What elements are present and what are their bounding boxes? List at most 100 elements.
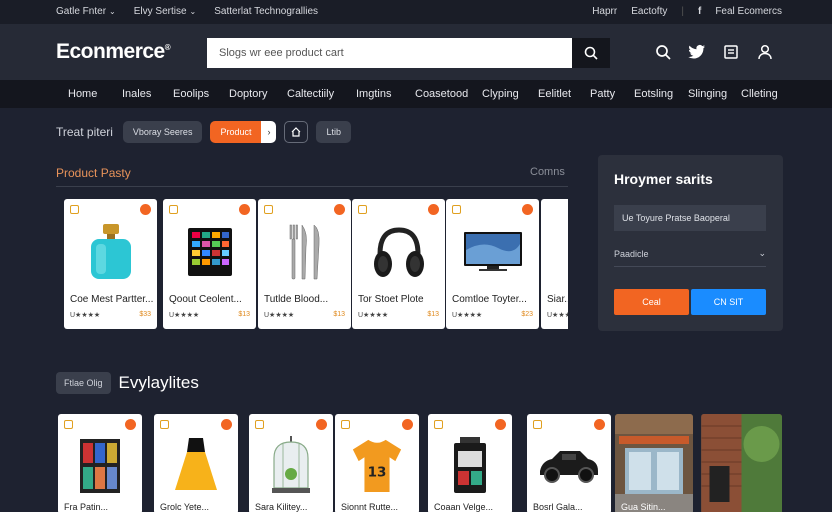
section-title: Evylaylites xyxy=(118,373,199,392)
cart-icon[interactable] xyxy=(722,43,740,61)
product-price: $13 xyxy=(427,311,439,318)
filter-chip[interactable]: Ltib xyxy=(316,121,351,143)
orange-jersey-icon: 13 xyxy=(349,432,405,498)
product-card[interactable]: Comtloe Toyter... U★★★★ $23 xyxy=(446,199,539,329)
search-button[interactable] xyxy=(572,38,610,68)
black-car-icon xyxy=(534,432,604,498)
product-card[interactable]: Bosrl Gala... xyxy=(527,414,611,512)
product-card[interactable]: Sara Kilitey... xyxy=(249,414,333,512)
nav-item[interactable]: Eoolips xyxy=(173,88,209,100)
chevron-down-icon: ⌄ xyxy=(189,7,197,16)
product-name: Coe Mest Partter... xyxy=(70,294,154,305)
perfume-bottle-icon xyxy=(81,221,141,283)
filter-bar: Treat piteri Vboray Seeres Product › Lti… xyxy=(56,121,359,143)
product-name: Fra Patin... xyxy=(64,502,109,512)
svg-text:13: 13 xyxy=(368,465,387,481)
filter-home-button[interactable] xyxy=(284,121,309,143)
product-name: Tutlde Blood... xyxy=(264,294,329,305)
section-badge[interactable]: Ftlae Olig xyxy=(56,372,111,394)
product-card[interactable]: 13 Sionnt Rutte... xyxy=(335,414,419,512)
search-input[interactable] xyxy=(207,38,572,68)
nav-item[interactable]: Home xyxy=(68,88,97,100)
divider: | xyxy=(681,6,684,17)
product-rating: U★★★★ xyxy=(547,312,568,319)
yellow-item-icon xyxy=(563,221,568,283)
panel-title: Hroymer sarits xyxy=(614,171,713,187)
product-card[interactable]: Grolc Yete... xyxy=(154,414,238,512)
badge-icon xyxy=(522,204,533,215)
panel-secondary-button[interactable]: CN SIT xyxy=(691,289,766,315)
top-right-link-2[interactable]: Eactofty xyxy=(631,6,667,17)
nav-item[interactable]: Eelitlet xyxy=(538,88,571,100)
nav-item[interactable]: Patty xyxy=(590,88,615,100)
nav-item[interactable]: Clyping xyxy=(482,88,519,100)
see-more-link[interactable]: Comns xyxy=(530,166,565,178)
product-price: $33 xyxy=(139,311,151,318)
television-icon xyxy=(463,221,523,283)
product-name: Qoout Ceolent... xyxy=(169,294,242,305)
nav-item[interactable]: Slinging xyxy=(688,88,727,100)
product-name: Coaan Velge... xyxy=(434,502,494,512)
product-card[interactable]: Coe Mest Partter... U★★★★ $33 xyxy=(64,199,157,329)
nav-item[interactable]: Clleting xyxy=(741,88,778,100)
nav-item[interactable]: Doptory xyxy=(229,88,268,100)
tag-icon xyxy=(434,420,443,429)
badge-icon xyxy=(221,419,232,430)
product-card[interactable]: Gua Sitin... xyxy=(615,414,693,512)
product-price: $13 xyxy=(238,311,250,318)
chevron-right-icon[interactable]: › xyxy=(261,121,277,143)
product-name: Grolc Yete... xyxy=(160,502,210,512)
panel-primary-button[interactable]: Ceal xyxy=(614,289,689,315)
product-card[interactable]: Qoout Ceolent... U★★★★ $13 xyxy=(163,199,256,329)
main-nav: Home Inales Eoolips Doptory Caltectiily … xyxy=(0,80,832,108)
panel-select[interactable]: Paadicle ⌄ xyxy=(614,241,766,267)
filter-label: Treat piteri xyxy=(56,125,113,139)
nav-item[interactable]: Eotsling xyxy=(634,88,673,100)
social-link[interactable]: Feal Ecomercs xyxy=(715,6,782,17)
product-card[interactable]: Coaan Velge... xyxy=(428,414,512,512)
home-icon xyxy=(292,127,301,137)
badge-icon xyxy=(402,419,413,430)
product-rating: U★★★★ xyxy=(264,312,295,319)
book-stack-icon xyxy=(72,432,128,498)
top-link-3[interactable]: Satterlat Technograllies xyxy=(214,6,318,17)
tag-icon xyxy=(452,205,461,214)
product-name: Tor Stoet Plote xyxy=(358,294,424,305)
product-card[interactable]: Tor Stoet Plote U★★★★ $13 xyxy=(352,199,445,329)
nav-item[interactable]: Coasetood xyxy=(415,88,468,100)
filter-chip[interactable]: Vboray Seeres xyxy=(122,121,203,143)
badge-icon xyxy=(316,419,327,430)
nav-item[interactable]: Caltectiily xyxy=(287,88,334,100)
tag-icon xyxy=(358,205,367,214)
badge-icon xyxy=(594,419,605,430)
top-right-link-1[interactable]: Haprr xyxy=(592,6,617,17)
top-link-1[interactable]: Gatle Fnter ⌄ xyxy=(56,6,116,17)
badge-icon xyxy=(334,204,345,215)
section-title: Product Pasty xyxy=(56,166,131,180)
filter-chip-active[interactable]: Product xyxy=(210,121,262,143)
nav-item[interactable]: Inales xyxy=(122,88,151,100)
twitter-icon[interactable] xyxy=(688,43,706,61)
badge-icon xyxy=(428,204,439,215)
top-link-2[interactable]: Elvy Sertise ⌄ xyxy=(134,6,197,17)
tag-icon xyxy=(255,420,264,429)
panel-input[interactable]: Ue Toyure Pratse Baoperal xyxy=(614,205,766,231)
nav-item[interactable]: Imgtins xyxy=(356,88,391,100)
storefront-icon xyxy=(615,414,693,512)
search-icon[interactable] xyxy=(654,43,672,61)
product-price: $23 xyxy=(521,311,533,318)
user-icon[interactable] xyxy=(756,43,774,61)
product-name: Gua Sitin... xyxy=(621,502,666,512)
facebook-icon[interactable]: f xyxy=(698,6,701,17)
header-icons xyxy=(654,43,774,61)
tag-icon xyxy=(341,420,350,429)
product-card[interactable]: Fra Patin... xyxy=(58,414,142,512)
product-name: Siar... xyxy=(547,294,568,305)
tag-icon xyxy=(264,205,273,214)
logo[interactable]: Econmerce® xyxy=(56,40,171,64)
product-card[interactable] xyxy=(701,414,782,512)
product-card[interactable]: Tutlde Blood... U★★★★ $13 xyxy=(258,199,351,329)
product-name: Comtloe Toyter... xyxy=(452,294,527,305)
product-card[interactable]: Siar... U★★★★ xyxy=(541,199,568,329)
product-price: $13 xyxy=(333,311,345,318)
